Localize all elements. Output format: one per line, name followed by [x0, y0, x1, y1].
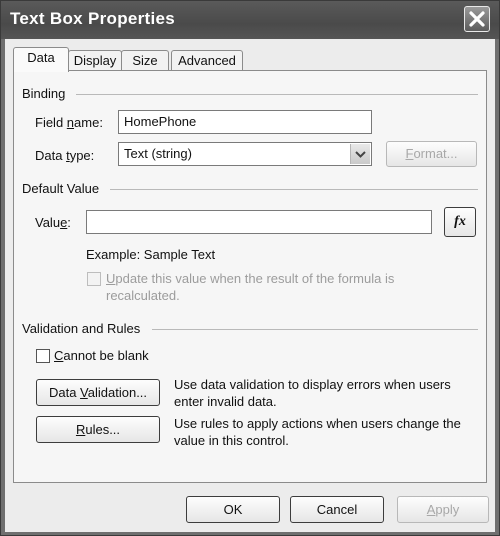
tab-label: Advanced [178, 53, 236, 68]
close-button[interactable] [464, 6, 490, 32]
dropdown-button[interactable] [350, 144, 370, 164]
tab-label: Display [73, 53, 117, 68]
dialog-body: Data Display Size Advanced Binding Field… [5, 39, 495, 532]
binding-divider [76, 94, 478, 95]
cannot-be-blank-checkbox[interactable] [36, 349, 50, 363]
chevron-down-icon [355, 151, 366, 158]
close-icon [469, 11, 485, 27]
tab-advanced[interactable]: Advanced [171, 50, 243, 72]
default-value-input[interactable] [86, 210, 432, 234]
rules-help: Use rules to apply actions when users ch… [174, 416, 461, 448]
dialog-window: Text Box Properties Data Display Size Ad… [0, 0, 500, 536]
default-value-divider [110, 189, 478, 190]
update-on-recalc-checkbox[interactable] [87, 272, 101, 286]
format-button[interactable]: Format... [386, 141, 477, 167]
data-type-value: Text (string) [124, 146, 192, 161]
field-name-input[interactable]: HomePhone [118, 110, 372, 134]
apply-button[interactable]: Apply [397, 496, 489, 523]
cancel-button[interactable]: Cancel [290, 496, 384, 523]
binding-group-label: Binding [22, 86, 66, 101]
example-text: Example: Sample Text [86, 247, 216, 262]
formula-button[interactable]: fx [444, 207, 476, 237]
validation-divider [152, 329, 478, 330]
tab-panel-data: Binding Field name: HomePhone Data type:… [13, 70, 487, 483]
cannot-be-blank-label: Cannot be blank [54, 348, 149, 363]
tab-data[interactable]: Data [13, 47, 69, 72]
data-type-select[interactable]: Text (string) [118, 142, 372, 166]
value-label: Value: [35, 215, 71, 230]
ok-button[interactable]: OK [186, 496, 280, 523]
data-type-label: Data type: [35, 148, 95, 163]
tab-size[interactable]: Size [121, 50, 169, 72]
data-validation-help: Use data validation to display errors wh… [174, 377, 451, 409]
formula-icon: fx [454, 214, 466, 229]
data-validation-button[interactable]: Data Validation... [36, 379, 160, 406]
field-name-label: Field name: [35, 115, 103, 130]
default-value-group-label: Default Value [22, 181, 100, 196]
update-on-recalc-label: Update this value when the result of the… [106, 271, 395, 303]
tab-label: Size [132, 53, 158, 68]
rules-button[interactable]: Rules... [36, 416, 160, 443]
tab-display[interactable]: Display [68, 50, 122, 72]
dialog-title: Text Box Properties [10, 9, 176, 28]
validation-group-label: Validation and Rules [22, 321, 141, 336]
title-bar: Text Box Properties [1, 1, 499, 39]
tab-label: Data [27, 50, 55, 65]
